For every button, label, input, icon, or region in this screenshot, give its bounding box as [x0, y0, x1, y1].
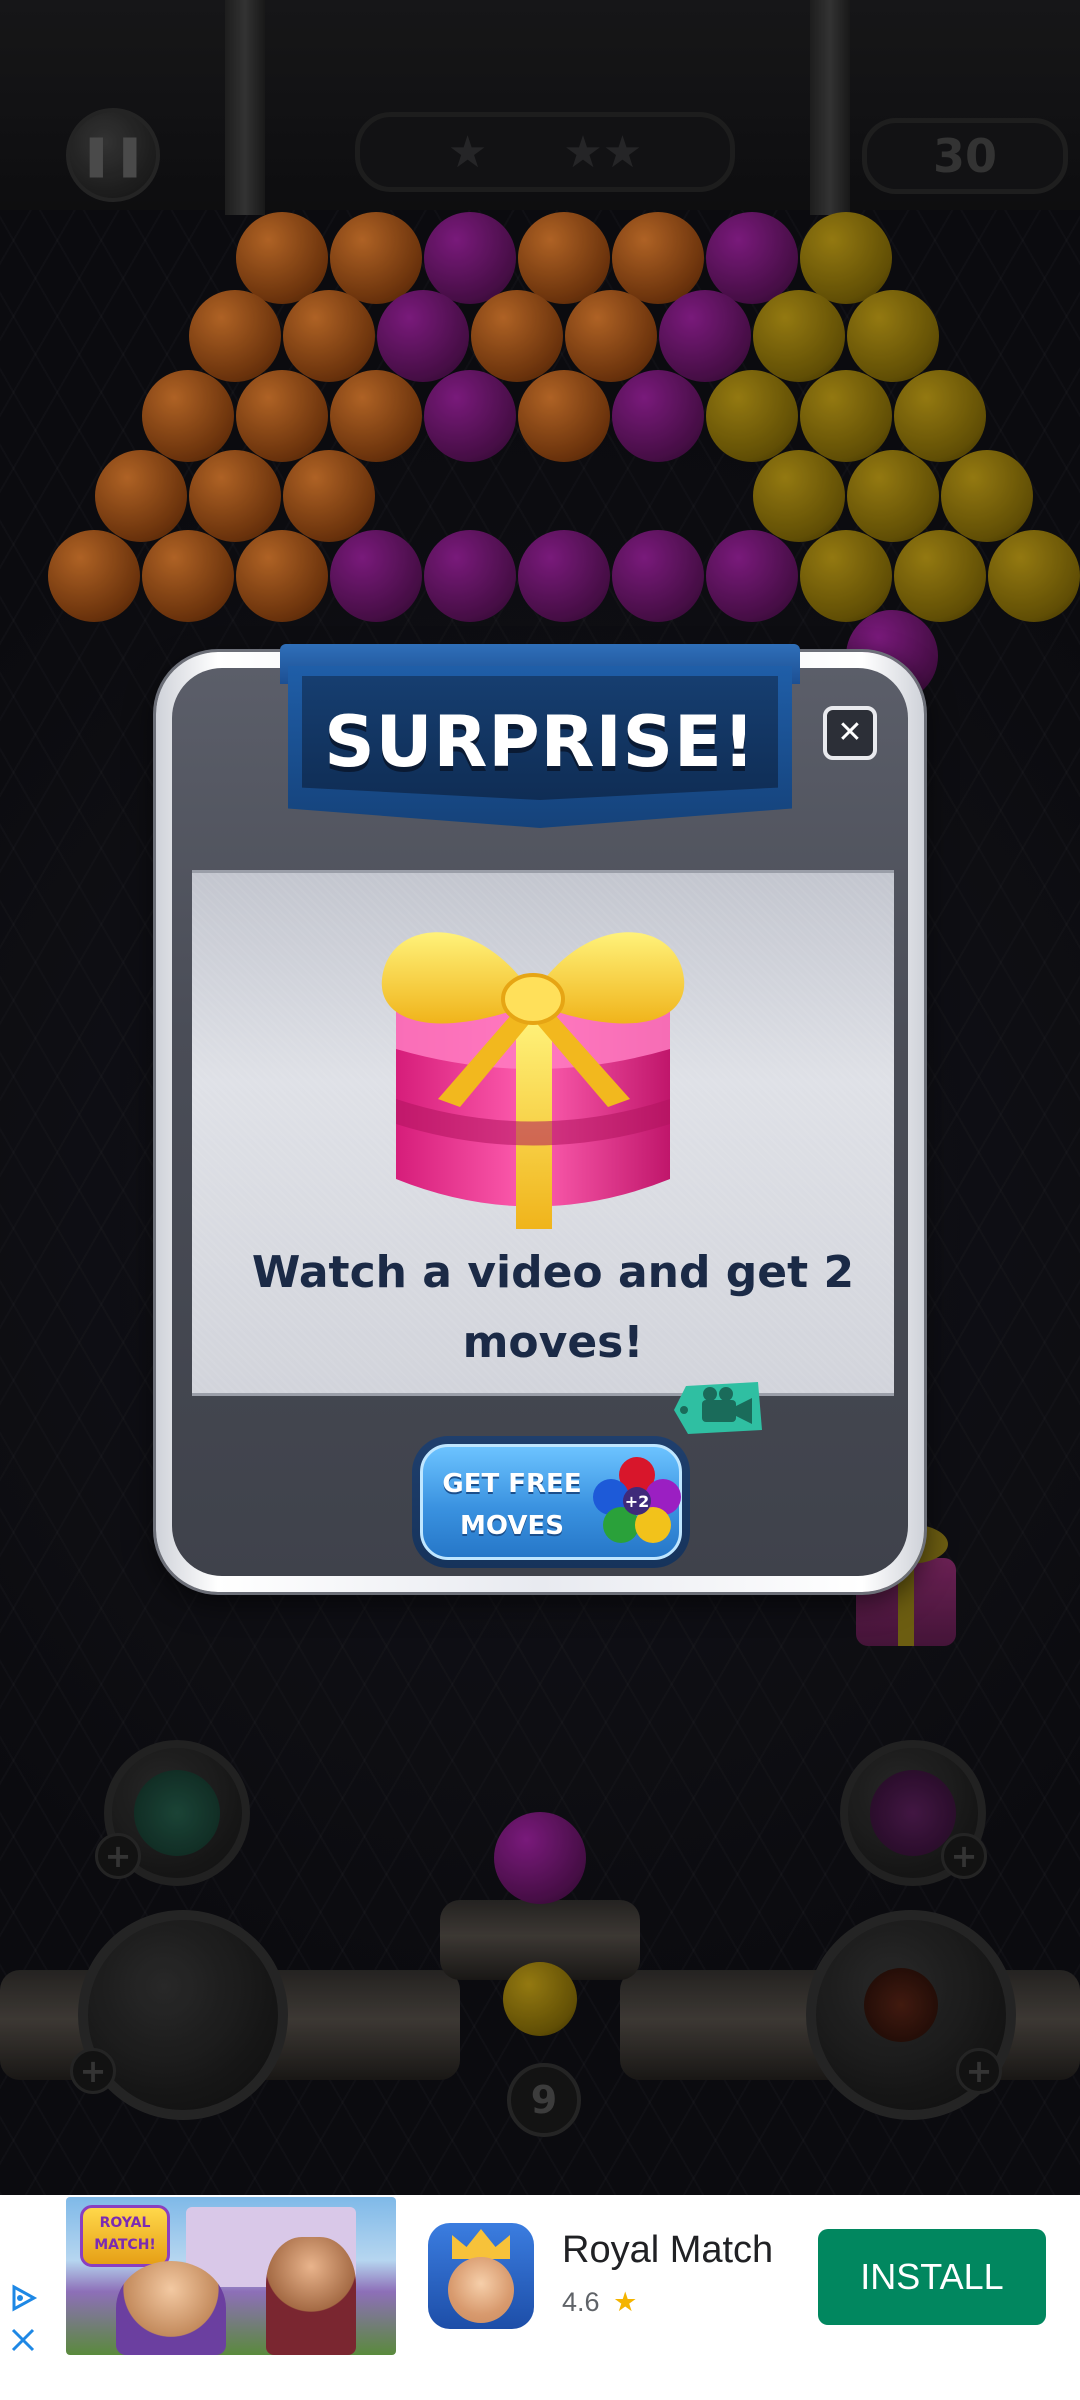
get-free-moves-label: GET FREE MOVES [437, 1463, 587, 1547]
video-camera-icon [674, 1382, 762, 1434]
king-character [116, 2261, 226, 2355]
install-button[interactable]: INSTALL [818, 2229, 1046, 2325]
plus-two-badge: +2 [625, 1492, 650, 1511]
get-free-moves-label-line2: MOVES [460, 1511, 564, 1541]
royal-match-logo: ROYAL MATCH! [80, 2205, 170, 2267]
get-free-moves-label-line1: GET FREE [442, 1469, 582, 1499]
logo-line1: ROYAL [99, 2215, 151, 2231]
ad-rating: 4.6 [562, 2287, 600, 2317]
banner-body: SURPRISE! [288, 666, 792, 828]
adchoices-icon[interactable] [8, 2283, 38, 2313]
rating-star-icon: ★ [613, 2287, 638, 2317]
ad-rating-row: 4.6 ★ [562, 2287, 637, 2318]
app-icon[interactable] [428, 2223, 534, 2329]
ad-app-name[interactable]: Royal Match [562, 2229, 773, 2272]
surprise-dialog: Watch a video and get 2 moves! GET FREE … [156, 644, 924, 1592]
install-button-label: INSTALL [860, 2256, 1004, 2297]
get-free-moves-button[interactable]: GET FREE MOVES +2 [412, 1436, 690, 1568]
chef-character [266, 2237, 356, 2355]
ad-banner[interactable]: ROYAL MATCH! Royal Match 4.6 ★ INSTALL [0, 2195, 1080, 2400]
title-banner: SURPRISE! [280, 644, 800, 854]
logo-line2: MATCH! [94, 2237, 156, 2253]
ad-close-icon[interactable] [8, 2325, 38, 2355]
get-free-moves-button-face[interactable]: GET FREE MOVES +2 [420, 1444, 682, 1560]
dialog-message-line1: Watch a video and get 2 [251, 1247, 855, 1298]
dialog-title: SURPRISE! [324, 701, 756, 783]
gift-icon [381, 932, 685, 1229]
ad-banner-image[interactable]: ROYAL MATCH! [66, 2197, 396, 2355]
app-icon-face [448, 2257, 514, 2323]
close-icon: ✕ [837, 715, 863, 750]
close-button[interactable]: ✕ [823, 706, 877, 760]
dialog-message: Watch a video and get 2 moves! [202, 1238, 904, 1378]
dialog-message-line2: moves! [462, 1317, 644, 1368]
colored-balls-icon: +2 [593, 1457, 681, 1543]
app-icon-crown [452, 2229, 510, 2259]
